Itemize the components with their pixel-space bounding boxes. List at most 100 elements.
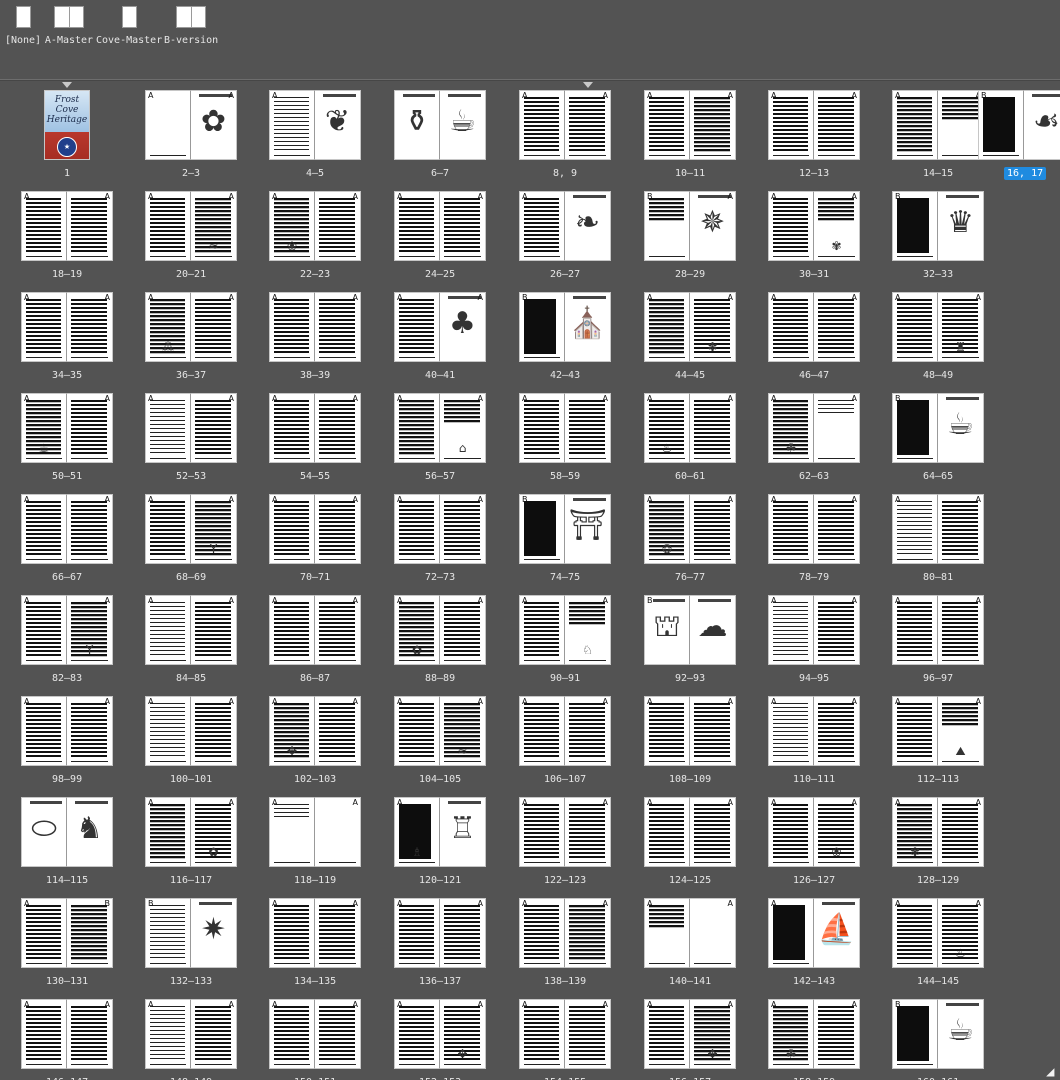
right-page-thumbnail[interactable]: ⛩ — [565, 494, 611, 564]
right-page-thumbnail[interactable]: ≈ A — [440, 696, 486, 766]
left-page-thumbnail[interactable]: A — [269, 90, 315, 160]
left-page-thumbnail[interactable]: A — [145, 696, 191, 766]
spread-thumbnail[interactable]: A A 12–13 — [768, 90, 860, 182]
spread-thumbnail[interactable]: A B 130–131 — [21, 898, 113, 990]
right-page-thumbnail[interactable]: A — [440, 898, 486, 968]
right-page-thumbnail[interactable]: A — [191, 595, 237, 665]
left-page-thumbnail[interactable]: ⛫ B — [644, 595, 690, 665]
spread-thumbnail[interactable]: A A 18–19 — [21, 191, 113, 283]
spread-thumbnail[interactable]: A A 148–149 — [145, 999, 237, 1080]
spread-thumbnail[interactable]: B ☕ 160–161 — [892, 999, 984, 1080]
left-page-thumbnail[interactable]: A — [21, 999, 67, 1069]
right-page-thumbnail[interactable]: A — [814, 696, 860, 766]
spread-thumbnail[interactable]: A✥A152–153 — [394, 999, 486, 1080]
right-page-thumbnail[interactable]: ⛵ — [814, 898, 860, 968]
right-page-thumbnail[interactable]: ⛪ — [565, 292, 611, 362]
left-page-thumbnail[interactable]: A — [145, 797, 191, 867]
right-page-thumbnail[interactable]: ☕ — [938, 999, 984, 1069]
left-page-thumbnail[interactable]: A — [768, 90, 814, 160]
left-page-thumbnail[interactable]: A — [892, 494, 938, 564]
left-page-thumbnail[interactable]: A — [892, 696, 938, 766]
left-page-thumbnail[interactable]: A — [519, 191, 565, 261]
right-page-thumbnail[interactable]: A — [315, 494, 361, 564]
right-page-thumbnail[interactable]: A — [565, 898, 611, 968]
left-page-thumbnail[interactable]: A — [145, 999, 191, 1069]
spread-thumbnail[interactable]: A ♨ A 144–145 — [892, 898, 984, 990]
right-page-thumbnail[interactable]: A — [191, 393, 237, 463]
left-page-thumbnail[interactable]: A — [892, 595, 938, 665]
left-page-thumbnail[interactable]: A — [145, 393, 191, 463]
spread-thumbnail[interactable]: ⛫ B ☁ 92–93 — [644, 595, 736, 687]
left-page-thumbnail[interactable]: A — [269, 898, 315, 968]
left-page-thumbnail[interactable]: A — [768, 696, 814, 766]
spread-thumbnail[interactable]: A ❦ 4–5 — [269, 90, 361, 182]
right-page-thumbnail[interactable]: A — [315, 898, 361, 968]
spread-thumbnail[interactable]: A A 136–137 — [394, 898, 486, 990]
left-page-thumbnail[interactable]: A — [269, 797, 315, 867]
left-page-thumbnail[interactable]: B — [519, 494, 565, 564]
left-page-thumbnail[interactable]: A — [269, 494, 315, 564]
left-page-thumbnail[interactable]: A — [644, 90, 690, 160]
spread-thumbnail[interactable]: A ✾ A 30–31 — [768, 191, 860, 283]
right-page-thumbnail[interactable]: A — [938, 797, 984, 867]
left-page-thumbnail[interactable]: A — [394, 494, 440, 564]
spread-thumbnail[interactable]: A A 140–141 — [644, 898, 736, 990]
spread-thumbnail[interactable]: ✥ A A 102–103 — [269, 696, 361, 788]
left-page-thumbnail[interactable]: A — [768, 898, 814, 968]
left-page-thumbnail[interactable]: B — [145, 898, 191, 968]
spread-thumbnail[interactable]: A A 94–95 — [768, 595, 860, 687]
spread-thumbnail[interactable]: B ✵ A 28–29 — [644, 191, 736, 283]
page-thumbnail[interactable]: Frost Cove Heritage ★ 1 — [40, 82, 94, 182]
left-page-thumbnail[interactable]: ✿ A — [394, 595, 440, 665]
spread-thumbnail[interactable]: A A 66–67 — [21, 494, 113, 586]
spread-thumbnail[interactable]: ⬭ ♞ 114–115 — [21, 797, 113, 889]
right-page-thumbnail[interactable]: A — [690, 696, 736, 766]
right-page-thumbnail[interactable]: ✿ A — [191, 797, 237, 867]
spread-thumbnail[interactable]: A A 124–125 — [644, 797, 736, 889]
spread-thumbnail[interactable]: ❂ A A 76–77 — [644, 494, 736, 586]
left-page-thumbnail[interactable]: A — [145, 595, 191, 665]
right-page-thumbnail[interactable]: A — [814, 393, 860, 463]
left-page-thumbnail[interactable]: A — [519, 898, 565, 968]
right-page-thumbnail[interactable]: ❧ — [565, 191, 611, 261]
spread-thumbnail[interactable]: A A 70–71 — [269, 494, 361, 586]
spread-thumbnail[interactable]: AA14–15 — [892, 90, 984, 182]
right-page-thumbnail[interactable]: ♜ A — [938, 292, 984, 362]
spread-thumbnail[interactable]: A A 110–111 — [768, 696, 860, 788]
right-page-thumbnail[interactable]: A — [191, 999, 237, 1069]
right-page-thumbnail[interactable]: A — [690, 393, 736, 463]
left-page-thumbnail[interactable]: A — [644, 292, 690, 362]
spread-thumbnail[interactable]: A A 54–55 — [269, 393, 361, 485]
spread-thumbnail[interactable]: ♗ A ♖ 120–121 — [394, 797, 486, 889]
left-page-thumbnail[interactable]: A — [394, 191, 440, 261]
right-page-thumbnail[interactable]: A — [67, 393, 113, 463]
right-page-thumbnail[interactable]: ✽ A — [690, 292, 736, 362]
right-page-thumbnail[interactable]: ♘ A — [565, 595, 611, 665]
right-page-thumbnail[interactable]: A — [690, 90, 736, 160]
spread-thumbnail[interactable]: A ❀ A 126–127 — [768, 797, 860, 889]
left-page-thumbnail[interactable]: A — [145, 494, 191, 564]
spread-thumbnail[interactable]: ✿ A A 88–89 — [394, 595, 486, 687]
right-page-thumbnail[interactable]: A — [315, 292, 361, 362]
right-page-thumbnail[interactable]: A — [191, 292, 237, 362]
spread-thumbnail[interactable]: ⚱ ☕ 6–7 — [394, 90, 486, 182]
right-page-thumbnail[interactable]: A — [315, 595, 361, 665]
right-page-thumbnail[interactable]: A — [565, 696, 611, 766]
right-page-thumbnail[interactable]: A — [315, 696, 361, 766]
right-page-thumbnail[interactable]: A — [814, 595, 860, 665]
right-page-thumbnail[interactable]: A — [315, 393, 361, 463]
right-page-thumbnail[interactable]: ♖ — [440, 797, 486, 867]
left-page-thumbnail[interactable]: ☘ A — [768, 393, 814, 463]
spread-thumbnail[interactable]: A A 98–99 — [21, 696, 113, 788]
right-page-thumbnail[interactable]: ✥ A — [690, 999, 736, 1069]
right-page-thumbnail[interactable]: A — [440, 595, 486, 665]
cover-page-thumbnail[interactable]: Frost Cove Heritage ★ — [44, 90, 90, 160]
right-page-thumbnail[interactable]: A — [938, 494, 984, 564]
left-page-thumbnail[interactable]: ✥ A — [269, 696, 315, 766]
left-page-thumbnail[interactable]: A — [394, 999, 440, 1069]
right-page-thumbnail[interactable]: A — [191, 696, 237, 766]
right-page-thumbnail[interactable]: ♛ — [938, 191, 984, 261]
left-page-thumbnail[interactable]: A — [768, 191, 814, 261]
right-page-thumbnail[interactable]: A — [938, 595, 984, 665]
spread-thumbnail[interactable]: A A 96–97 — [892, 595, 984, 687]
